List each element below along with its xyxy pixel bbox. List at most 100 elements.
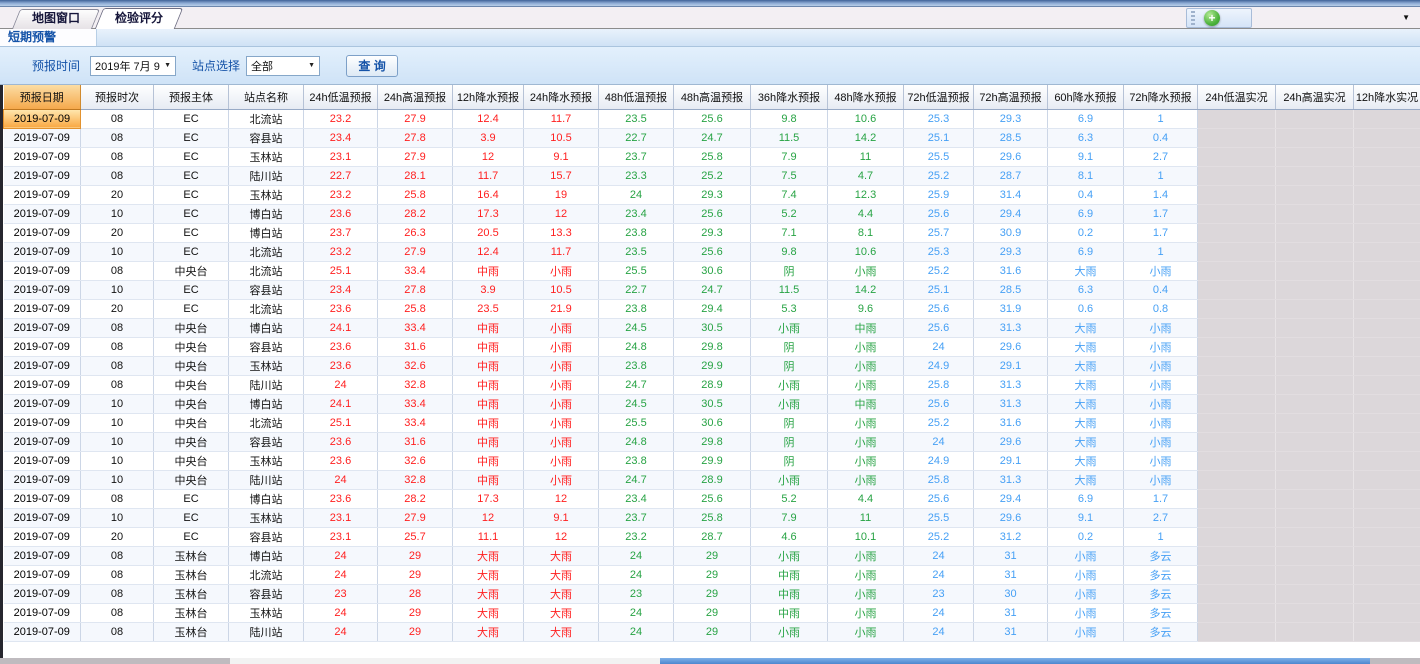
cell[interactable]: 小雨 bbox=[828, 375, 904, 394]
cell[interactable]: 11 bbox=[828, 508, 904, 527]
cell[interactable]: 中央台 bbox=[154, 394, 229, 413]
subtab-short-term-warning[interactable]: 短期预警 bbox=[0, 29, 97, 46]
cell[interactable]: 大雨 bbox=[1048, 356, 1124, 375]
cell[interactable]: 中雨 bbox=[453, 356, 524, 375]
cell[interactable]: 大雨 bbox=[524, 603, 599, 622]
cell[interactable]: 多云 bbox=[1124, 546, 1198, 565]
cell[interactable]: 大雨 bbox=[524, 622, 599, 641]
tab-map-window[interactable]: 地图窗口 bbox=[16, 9, 96, 28]
cell[interactable]: 08 bbox=[81, 261, 154, 280]
cell[interactable] bbox=[1354, 546, 1420, 565]
cell[interactable]: 阴 bbox=[751, 451, 828, 470]
cell[interactable]: 12 bbox=[524, 527, 599, 546]
cell[interactable]: 20.5 bbox=[453, 223, 524, 242]
cell[interactable]: 4.4 bbox=[828, 204, 904, 223]
cell[interactable] bbox=[1198, 470, 1276, 489]
cell[interactable]: 小雨 bbox=[524, 413, 599, 432]
cell[interactable] bbox=[1276, 565, 1354, 584]
cell[interactable]: 31 bbox=[974, 622, 1048, 641]
cell[interactable] bbox=[1354, 470, 1420, 489]
column-header[interactable]: 12h降水预报 bbox=[453, 85, 524, 109]
cell[interactable]: 2019-07-09 bbox=[4, 470, 81, 489]
cell[interactable] bbox=[1276, 432, 1354, 451]
cell[interactable] bbox=[1276, 508, 1354, 527]
cell[interactable]: 容县站 bbox=[229, 584, 304, 603]
cell[interactable] bbox=[1276, 318, 1354, 337]
cell[interactable]: 29.1 bbox=[974, 451, 1048, 470]
cell[interactable]: 31.3 bbox=[974, 375, 1048, 394]
cell[interactable]: 容县站 bbox=[229, 432, 304, 451]
cell[interactable]: 小雨 bbox=[1124, 356, 1198, 375]
cell[interactable]: 11 bbox=[828, 147, 904, 166]
cell[interactable]: 1.7 bbox=[1124, 489, 1198, 508]
cell[interactable] bbox=[1276, 109, 1354, 128]
tab-overflow-caret-icon[interactable]: ▼ bbox=[1402, 13, 1410, 22]
cell[interactable]: 小雨 bbox=[1124, 318, 1198, 337]
query-button[interactable]: 查 询 bbox=[346, 55, 398, 77]
cell[interactable] bbox=[1276, 546, 1354, 565]
cell[interactable] bbox=[1354, 413, 1420, 432]
cell[interactable]: 30.6 bbox=[674, 413, 751, 432]
cell[interactable]: 3.9 bbox=[453, 128, 524, 147]
cell[interactable]: 0.2 bbox=[1048, 527, 1124, 546]
cell[interactable]: 10 bbox=[81, 413, 154, 432]
cell[interactable]: 8.1 bbox=[1048, 166, 1124, 185]
cell[interactable]: 23.2 bbox=[304, 109, 378, 128]
cell[interactable]: 08 bbox=[81, 546, 154, 565]
cell[interactable] bbox=[1276, 470, 1354, 489]
cell[interactable]: 24 bbox=[304, 546, 378, 565]
cell[interactable]: 博白站 bbox=[229, 394, 304, 413]
cell[interactable]: 29.8 bbox=[674, 337, 751, 356]
cell[interactable]: 29.6 bbox=[974, 337, 1048, 356]
cell[interactable]: 23.1 bbox=[304, 508, 378, 527]
cell[interactable]: 12 bbox=[524, 204, 599, 223]
cell[interactable]: 20 bbox=[81, 223, 154, 242]
cell[interactable] bbox=[1276, 242, 1354, 261]
cell[interactable]: 16.4 bbox=[453, 185, 524, 204]
cell[interactable] bbox=[1276, 603, 1354, 622]
cell[interactable]: 24 bbox=[904, 603, 974, 622]
cell[interactable]: 10 bbox=[81, 508, 154, 527]
cell[interactable]: 20 bbox=[81, 299, 154, 318]
cell[interactable]: 29 bbox=[378, 565, 453, 584]
cell[interactable]: 7.9 bbox=[751, 147, 828, 166]
cell[interactable]: 6.9 bbox=[1048, 242, 1124, 261]
cell[interactable]: 阴 bbox=[751, 432, 828, 451]
cell[interactable]: 33.4 bbox=[378, 413, 453, 432]
column-header[interactable]: 60h降水预报 bbox=[1048, 85, 1124, 109]
cell[interactable]: 中央台 bbox=[154, 451, 229, 470]
cell[interactable]: 小雨 bbox=[1048, 565, 1124, 584]
cell[interactable]: 1.4 bbox=[1124, 185, 1198, 204]
cell[interactable]: 25.2 bbox=[904, 413, 974, 432]
cell[interactable]: 9.1 bbox=[1048, 147, 1124, 166]
cell[interactable]: 小雨 bbox=[1124, 451, 1198, 470]
cell[interactable]: 08 bbox=[81, 489, 154, 508]
cell[interactable]: 14.2 bbox=[828, 128, 904, 147]
cell[interactable]: 北流站 bbox=[229, 565, 304, 584]
cell[interactable]: 25.6 bbox=[674, 489, 751, 508]
cell[interactable]: 33.4 bbox=[378, 261, 453, 280]
cell[interactable]: 4.7 bbox=[828, 166, 904, 185]
cell[interactable]: 31.4 bbox=[974, 185, 1048, 204]
cell[interactable]: 中雨 bbox=[453, 432, 524, 451]
cell[interactable]: 08 bbox=[81, 318, 154, 337]
cell[interactable]: 玉林站 bbox=[229, 603, 304, 622]
cell[interactable]: 29.3 bbox=[674, 185, 751, 204]
cell[interactable]: 29.4 bbox=[674, 299, 751, 318]
cell[interactable]: 25.8 bbox=[674, 508, 751, 527]
cell[interactable]: 24 bbox=[304, 603, 378, 622]
cell[interactable]: 25.5 bbox=[904, 508, 974, 527]
cell[interactable]: 陆川站 bbox=[229, 375, 304, 394]
cell[interactable]: 19 bbox=[524, 185, 599, 204]
cell[interactable] bbox=[1198, 166, 1276, 185]
cell[interactable]: 大雨 bbox=[1048, 394, 1124, 413]
cell[interactable]: 24 bbox=[599, 622, 674, 641]
cell[interactable]: 08 bbox=[81, 337, 154, 356]
cell[interactable]: 31.9 bbox=[974, 299, 1048, 318]
cell[interactable]: 小雨 bbox=[828, 565, 904, 584]
cell[interactable]: 24.1 bbox=[304, 318, 378, 337]
cell[interactable]: 容县站 bbox=[229, 128, 304, 147]
cell[interactable]: EC bbox=[154, 223, 229, 242]
cell[interactable]: 8.1 bbox=[828, 223, 904, 242]
cell[interactable] bbox=[1198, 451, 1276, 470]
